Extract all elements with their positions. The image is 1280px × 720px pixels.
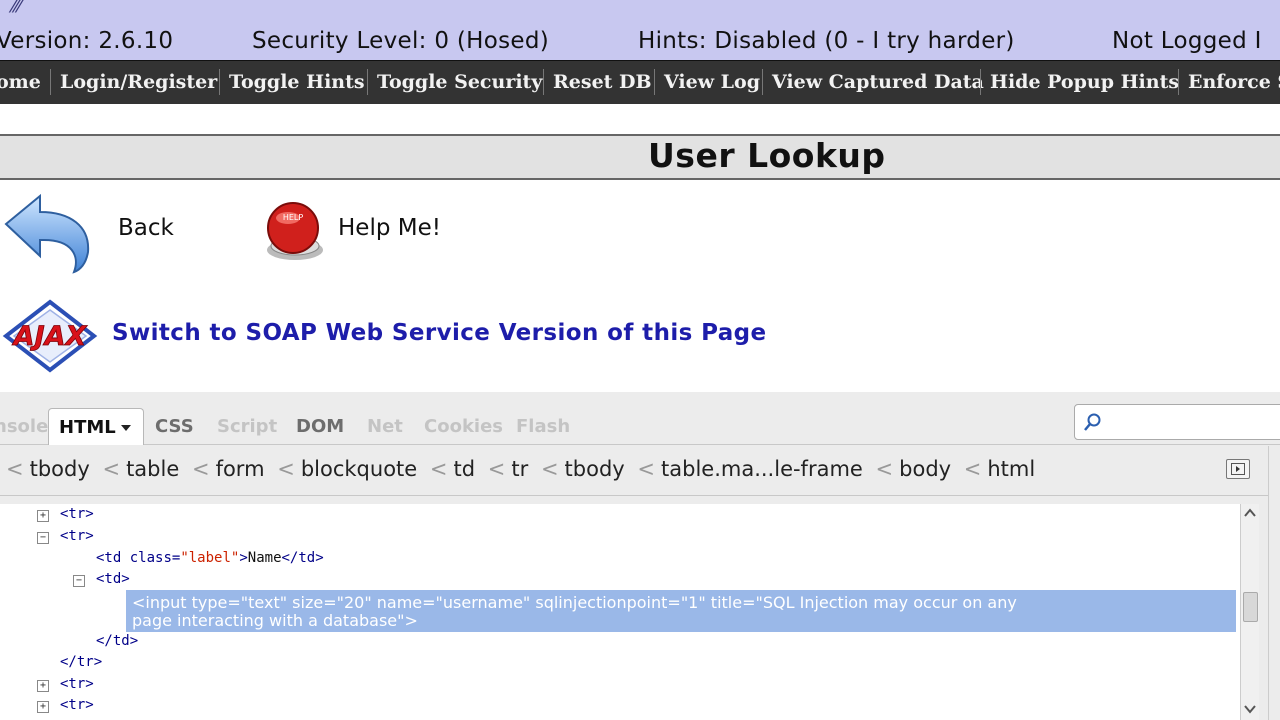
- tab-flash[interactable]: Flash: [516, 416, 570, 437]
- crumb-tbody-2[interactable]: tbody: [565, 457, 625, 481]
- input-node-line-1: <input type="text" size="20" name="usern…: [132, 593, 1017, 612]
- tree-node-tr-open[interactable]: <tr>: [60, 528, 94, 544]
- tab-net[interactable]: Net: [367, 416, 403, 437]
- crumb-td[interactable]: td: [454, 457, 476, 481]
- tree-node-tr[interactable]: <tr>: [60, 506, 94, 522]
- tab-html-label: HTML: [59, 417, 116, 438]
- soap-version-link[interactable]: Switch to SOAP Web Service Version of th…: [112, 320, 767, 346]
- help-button-icon[interactable]: HELP: [262, 200, 328, 264]
- tree-scrollbar[interactable]: [1240, 504, 1259, 720]
- crumb-html[interactable]: html: [987, 457, 1035, 481]
- back-arrow-icon[interactable]: [0, 190, 96, 274]
- crumb-separator: <: [540, 457, 559, 481]
- crumb-tbody[interactable]: tbody: [30, 457, 90, 481]
- spacer: [0, 104, 1280, 134]
- expand-toggle-icon[interactable]: +: [37, 680, 49, 692]
- menu-home[interactable]: ome: [0, 71, 41, 93]
- tab-cookies[interactable]: Cookies: [424, 416, 503, 437]
- input-node-line-2: page interacting with a database">: [132, 611, 418, 630]
- crumb-separator: <: [102, 457, 121, 481]
- tree-node-tr-close[interactable]: </tr>: [60, 654, 102, 670]
- crumb-form[interactable]: form: [216, 457, 265, 481]
- menu-login-register[interactable]: Login/Register: [60, 71, 217, 93]
- breadcrumb: < tbody < table < form < blockquote < td < tr …: [0, 445, 1280, 496]
- top-banner: ⁄⁄⁄: [0, 0, 1280, 26]
- crumb-table[interactable]: table: [126, 457, 179, 481]
- selected-input-node[interactable]: <input type="text" size="20" name="usern…: [126, 590, 1236, 632]
- ajax-logo-text: AJAX: [12, 321, 88, 352]
- devtools-tabs: nsole HTML CSS Script DOM Net Cookies Fl…: [0, 392, 1280, 445]
- collapse-toggle-icon[interactable]: −: [37, 532, 49, 544]
- scroll-thumb[interactable]: [1243, 592, 1258, 622]
- tab-dom[interactable]: DOM: [296, 416, 344, 437]
- crumb-separator: <: [429, 457, 448, 481]
- menu-separator: [367, 69, 368, 95]
- menu-reset-db[interactable]: Reset DB: [553, 71, 652, 93]
- help-icon-text: HELP: [283, 213, 304, 222]
- expand-toggle-icon[interactable]: +: [37, 510, 49, 522]
- crumb-separator: <: [963, 457, 982, 481]
- logo-swoosh-icon: ⁄⁄⁄: [12, 0, 22, 17]
- chevron-down-icon: [121, 425, 131, 431]
- tab-html[interactable]: HTML: [48, 408, 144, 445]
- devtools-search-input[interactable]: [1074, 404, 1280, 440]
- crumb-tr[interactable]: tr: [511, 457, 528, 481]
- tree-node-td-close[interactable]: </td>: [96, 633, 138, 649]
- crumb-separator: <: [487, 457, 506, 481]
- tree-node-tr[interactable]: <tr>: [60, 697, 94, 713]
- menu-separator: [654, 69, 655, 95]
- main-menu: ome Login/Register Toggle Hints Toggle S…: [0, 60, 1280, 105]
- security-level-text: Security Level: 0 (Hosed): [252, 28, 550, 54]
- collapse-toggle-icon[interactable]: −: [73, 575, 85, 587]
- menu-separator: [543, 69, 544, 95]
- menu-separator: [50, 69, 51, 95]
- scroll-up-icon[interactable]: [1244, 508, 1256, 518]
- crumb-separator: <: [637, 457, 656, 481]
- expand-toggle-icon[interactable]: +: [37, 701, 49, 713]
- version-text: Version: 2.6.10: [0, 28, 174, 54]
- crumb-body[interactable]: body: [899, 457, 951, 481]
- crumb-blockquote[interactable]: blockquote: [301, 457, 417, 481]
- crumb-table-main[interactable]: table.ma...le-frame: [661, 457, 863, 481]
- scroll-down-icon[interactable]: [1244, 704, 1256, 714]
- menu-separator: [762, 69, 763, 95]
- menu-toggle-hints[interactable]: Toggle Hints: [229, 71, 365, 93]
- login-status-text: Not Logged I: [1112, 28, 1262, 54]
- back-link[interactable]: Back: [118, 215, 174, 241]
- page-title-bar: User Lookup: [0, 134, 1280, 180]
- crumb-separator: <: [277, 457, 295, 481]
- help-me-link[interactable]: Help Me!: [338, 215, 441, 241]
- side-panel-icon: [1231, 463, 1245, 475]
- tree-node-td-open[interactable]: <td>: [96, 571, 130, 587]
- menu-view-log[interactable]: View Log: [664, 71, 760, 93]
- menu-toggle-security[interactable]: Toggle Security: [377, 71, 542, 93]
- menu-separator: [219, 69, 220, 95]
- menu-separator: [1178, 69, 1179, 95]
- menu-enforce-ssl[interactable]: Enforce S: [1188, 71, 1280, 93]
- tree-node-td-label[interactable]: <td class="label">Name</td>: [96, 550, 324, 566]
- tab-script[interactable]: Script: [217, 416, 277, 437]
- devtools-panel: nsole HTML CSS Script DOM Net Cookies Fl…: [0, 392, 1280, 720]
- status-bar: Version: 2.6.10 Security Level: 0 (Hosed…: [0, 24, 1280, 60]
- crumb-separator: <: [875, 457, 894, 481]
- crumb-separator: <: [191, 457, 210, 481]
- menu-hide-popup-hints[interactable]: Hide Popup Hints: [990, 71, 1179, 93]
- side-panel-edge: [1268, 446, 1280, 720]
- menu-view-captured-data[interactable]: View Captured Data: [772, 71, 984, 93]
- tab-css[interactable]: CSS: [155, 416, 194, 437]
- hints-status-text: Hints: Disabled (0 - I try harder): [638, 28, 1015, 54]
- panel-toggle-button[interactable]: [1226, 459, 1250, 479]
- ajax-logo-icon: AJAX: [2, 299, 98, 373]
- tab-console[interactable]: nsole: [0, 416, 48, 437]
- tree-node-tr[interactable]: <tr>: [60, 676, 94, 692]
- search-icon: [1084, 413, 1101, 431]
- crumb-separator: <: [6, 457, 24, 481]
- page-title: User Lookup: [648, 136, 886, 175]
- menu-separator: [980, 69, 981, 95]
